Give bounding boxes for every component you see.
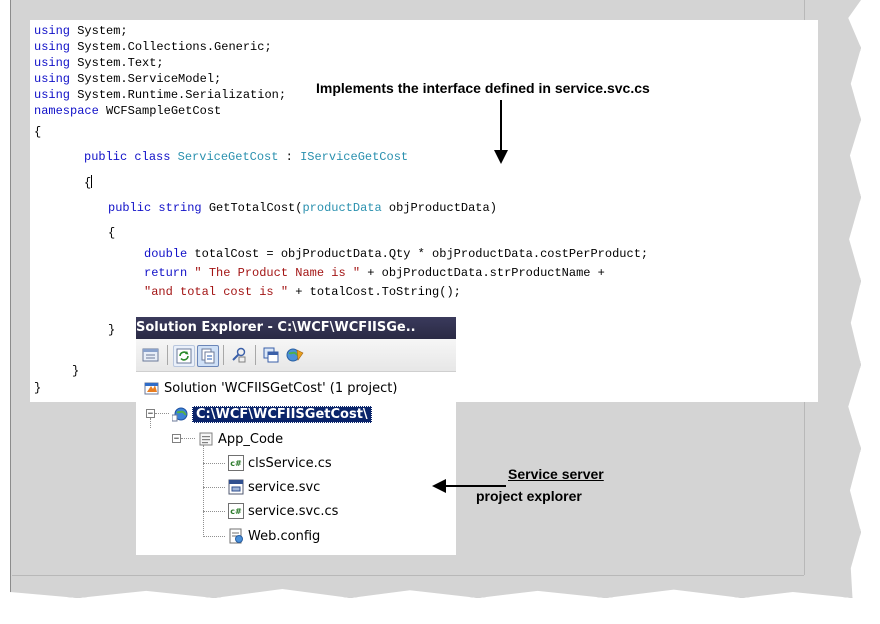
code-line-method-signature: public string GetTotalCost(productData o…	[108, 201, 497, 215]
nest-related-files-icon	[232, 347, 246, 363]
refresh-button[interactable]	[173, 345, 195, 367]
refresh-icon	[176, 348, 192, 364]
code-line-open-brace-namespace: {	[34, 125, 42, 139]
nest-related-files-button[interactable]	[229, 345, 249, 365]
app-code-folder-icon	[198, 431, 214, 447]
tree-project-label: C:\WCF\WCFIISGetCost\	[192, 405, 372, 423]
tree-folder-label: App_Code	[218, 431, 284, 447]
tree-connector	[181, 438, 195, 439]
properties-button[interactable]	[141, 345, 161, 365]
tree-solution-label: Solution 'WCFIISGetCost' (1 project)	[164, 380, 398, 396]
code-line-using-text: using System.Text;	[34, 56, 164, 70]
collapse-project-toggle[interactable]: −	[146, 409, 155, 419]
csharp-file-icon: c#	[228, 503, 244, 519]
annotation-arrow-down	[500, 100, 502, 152]
tree-file-label: Web.config	[248, 528, 321, 544]
solution-icon	[144, 380, 160, 396]
tree-file-web-config[interactable]: Web.config	[228, 525, 320, 547]
web-project-icon	[172, 406, 188, 422]
code-line-using-collections: using System.Collections.Generic;	[34, 40, 272, 54]
code-line-namespace: namespace WCFSampleGetCost	[34, 104, 222, 118]
code-line-using-servicemodel: using System.ServiceModel;	[34, 72, 222, 86]
show-all-files-icon	[201, 348, 215, 364]
code-line-close-brace-method: }	[108, 323, 116, 337]
toolbar-separator	[255, 345, 256, 365]
asp-net-configuration-button[interactable]	[285, 345, 305, 365]
solution-explorer-toolbar	[136, 339, 456, 372]
explorer-annotation-line2: project explorer	[476, 488, 582, 504]
tree-connector	[203, 463, 225, 464]
code-line-using-system: using System;	[34, 24, 128, 38]
horizontal-divider	[12, 575, 804, 576]
tree-file-label: service.svc	[248, 479, 321, 495]
annotation-arrow-left	[444, 485, 506, 487]
show-all-files-button[interactable]	[197, 345, 219, 367]
tree-connector	[155, 413, 169, 414]
code-line-open-brace-method: {	[108, 226, 116, 240]
tree-project-node[interactable]: C:\WCF\WCFIISGetCost\	[172, 403, 372, 425]
code-line-return: return " The Product Name is " + objProd…	[144, 266, 605, 280]
arrow-down-head-icon	[494, 150, 508, 164]
svc-file-icon	[228, 479, 244, 495]
tree-folder-node[interactable]: App_Code	[198, 428, 283, 450]
tree-connector	[150, 418, 151, 428]
asp-net-configuration-icon	[286, 348, 304, 362]
solution-explorer-title: Solution Explorer - C:\WCF\WCFIISGe..	[136, 317, 456, 339]
tree-connector	[203, 536, 225, 537]
tree-file-service-svc-cs[interactable]: c# service.svc.cs	[228, 500, 338, 522]
copy-web-site-icon	[263, 347, 279, 363]
interface-annotation: Implements the interface defined in serv…	[316, 80, 650, 96]
tree-solution-node[interactable]: Solution 'WCFIISGetCost' (1 project)	[144, 377, 397, 399]
tree-connector	[203, 487, 225, 488]
tree-file-label: service.svc.cs	[248, 503, 339, 519]
toolbar-separator	[223, 345, 224, 365]
tree-file-service-svc[interactable]: service.svc	[228, 476, 320, 498]
explorer-annotation-line1: Service server	[508, 466, 604, 482]
code-line-total-cost: double totalCost = objProductData.Qty * …	[144, 247, 649, 261]
code-line-close-brace-class: }	[72, 364, 80, 378]
tree-connector	[203, 445, 204, 537]
copy-web-site-button[interactable]	[261, 345, 281, 365]
tree-file-clsservice[interactable]: c# clsService.cs	[228, 452, 332, 474]
code-line-close-brace-namespace: }	[34, 381, 42, 395]
text-cursor	[91, 175, 93, 188]
tree-file-label: clsService.cs	[248, 455, 332, 471]
code-line-class-declaration: public class ServiceGetCost : IServiceGe…	[84, 150, 409, 164]
code-line-open-brace-class: {	[84, 175, 93, 190]
tree-connector	[203, 511, 225, 512]
collapse-folder-toggle[interactable]: −	[172, 434, 181, 444]
arrow-left-head-icon	[432, 479, 446, 493]
properties-icon	[142, 348, 159, 362]
solution-explorer-panel: Solution Explorer - C:\WCF\WCFIISGe.. So…	[136, 317, 456, 555]
config-file-icon	[228, 528, 244, 544]
code-line-using-serialization: using System.Runtime.Serialization;	[34, 88, 287, 102]
code-line-return-continued: "and total cost is " + totalCost.ToStrin…	[144, 285, 461, 299]
csharp-file-icon: c#	[228, 455, 244, 471]
toolbar-separator	[167, 345, 168, 365]
